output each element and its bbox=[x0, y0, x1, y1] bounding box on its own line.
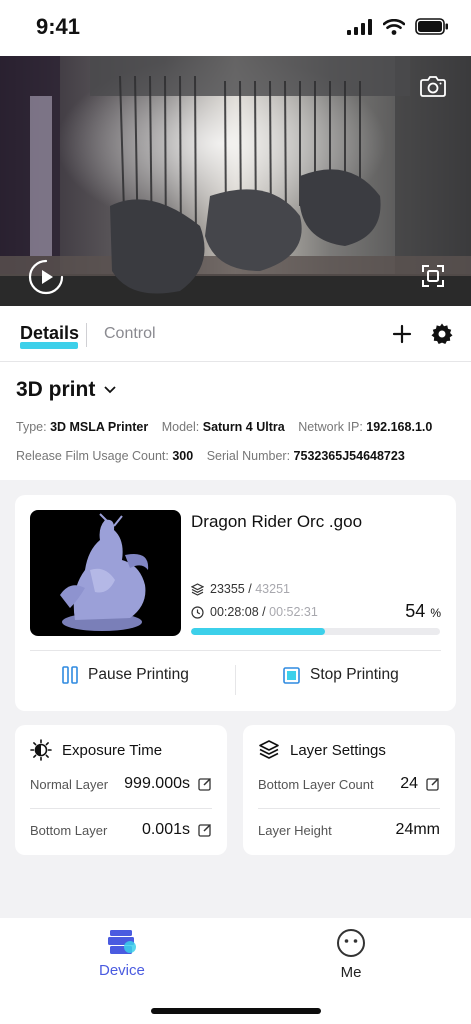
bottom-layer-row: Bottom Layer 0.001s bbox=[30, 821, 212, 839]
serial-number: 7532365J54648723 bbox=[293, 449, 405, 463]
edit-icon[interactable] bbox=[426, 777, 440, 791]
progress-percent: 54 % bbox=[405, 601, 441, 621]
printer-ip: 192.168.1.0 bbox=[366, 420, 433, 434]
snapshot-button[interactable] bbox=[418, 73, 448, 99]
play-button[interactable] bbox=[27, 258, 65, 296]
status-time: 9:41 bbox=[36, 14, 81, 39]
camera-scene bbox=[0, 56, 471, 306]
divider bbox=[258, 808, 440, 809]
status-bar: 9:41 bbox=[0, 0, 471, 56]
brightness-icon bbox=[30, 739, 52, 761]
layer-stack-icon bbox=[259, 740, 279, 759]
divider bbox=[30, 650, 441, 651]
total-time: 00:52:31 bbox=[269, 605, 318, 619]
current-layer: 23355 bbox=[210, 582, 245, 596]
print-job-card: Dragon Rider Orc .goo 23355 / 43251 00:2… bbox=[15, 495, 456, 711]
model-figure bbox=[60, 513, 149, 631]
film-usage-count: 300 bbox=[172, 449, 194, 463]
edit-icon[interactable] bbox=[198, 777, 212, 791]
fullscreen-button[interactable] bbox=[419, 262, 447, 290]
stop-printing-button[interactable]: Stop Printing bbox=[283, 666, 399, 684]
layer-progress: 23355 / 43251 bbox=[191, 582, 290, 596]
camera-feed[interactable] bbox=[0, 56, 471, 306]
layer-settings-header: Layer Settings bbox=[258, 739, 386, 761]
spec-row-2: Release Film Usage Count: 300 Serial Num… bbox=[16, 449, 405, 463]
bottom-layer-count-value: 24 bbox=[400, 775, 418, 792]
exposure-time-title: Exposure Time bbox=[62, 741, 163, 759]
home-indicator bbox=[151, 1008, 321, 1014]
clock-icon bbox=[191, 605, 204, 619]
nav-device[interactable]: Device bbox=[99, 928, 145, 979]
total-layers: 43251 bbox=[255, 582, 290, 596]
settings-button[interactable] bbox=[430, 322, 454, 346]
printer-info: 3D print Type: 3D MSLA Printer Model: Sa… bbox=[0, 362, 471, 480]
device-icon bbox=[107, 930, 136, 954]
layer-settings-title: Layer Settings bbox=[290, 741, 386, 759]
bottom-layer-count-row: Bottom Layer Count 24 bbox=[258, 775, 440, 793]
divider bbox=[30, 808, 212, 809]
printer-selector[interactable]: 3D print bbox=[16, 378, 117, 402]
camera-snapshot-icon bbox=[420, 76, 446, 97]
elapsed-time: 00:28:08 bbox=[210, 605, 259, 619]
bottom-nav: Device Me bbox=[0, 918, 471, 1024]
stop-icon bbox=[283, 666, 300, 684]
normal-layer-value: 999.000s bbox=[124, 775, 190, 792]
printer-model: Saturn 4 Ultra bbox=[202, 420, 285, 434]
bottom-layer-value: 0.001s bbox=[141, 821, 190, 838]
layer-height-value: 24mm bbox=[395, 821, 440, 838]
printer-name: 3D print bbox=[16, 378, 96, 401]
progress-bar-fill bbox=[191, 628, 326, 635]
spec-row-1: Type: 3D MSLA Printer Model: Saturn 4 Ul… bbox=[16, 420, 433, 434]
tab-bar: Details Control bbox=[0, 306, 471, 362]
layers-icon bbox=[191, 582, 204, 596]
battery-icon bbox=[415, 18, 448, 35]
exposure-time-card: Exposure Time Normal Layer 999.000s Bott… bbox=[15, 725, 227, 855]
action-divider bbox=[235, 665, 236, 695]
model-thumbnail bbox=[30, 510, 181, 636]
edit-icon[interactable] bbox=[198, 823, 212, 837]
signal-icon bbox=[347, 18, 372, 35]
status-icons bbox=[347, 18, 449, 35]
tab-divider bbox=[86, 323, 87, 347]
wifi-icon bbox=[383, 18, 405, 35]
plus-icon bbox=[392, 324, 412, 344]
play-icon bbox=[28, 259, 64, 295]
exposure-time-header: Exposure Time bbox=[30, 739, 162, 761]
normal-layer-row: Normal Layer 999.000s bbox=[30, 775, 212, 793]
add-button[interactable] bbox=[390, 322, 414, 346]
progress-bar bbox=[191, 628, 440, 635]
me-icon bbox=[337, 929, 365, 957]
file-name: Dragon Rider Orc .goo bbox=[191, 512, 363, 531]
time-progress: 00:28:08 / 00:52:31 bbox=[191, 605, 318, 619]
layer-height-row: Layer Height 24mm bbox=[258, 821, 440, 838]
layer-settings-card: Layer Settings Bottom Layer Count 24 Lay… bbox=[243, 725, 455, 855]
nav-me[interactable]: Me bbox=[336, 928, 366, 981]
pause-icon bbox=[62, 666, 78, 684]
chevron-down-icon bbox=[104, 386, 116, 394]
pause-printing-button[interactable]: Pause Printing bbox=[62, 666, 189, 684]
tab-control[interactable]: Control bbox=[104, 325, 156, 343]
tab-details[interactable]: Details bbox=[20, 323, 79, 344]
gear-icon bbox=[431, 323, 453, 344]
fullscreen-icon bbox=[422, 265, 444, 287]
printer-type: 3D MSLA Printer bbox=[50, 420, 149, 434]
